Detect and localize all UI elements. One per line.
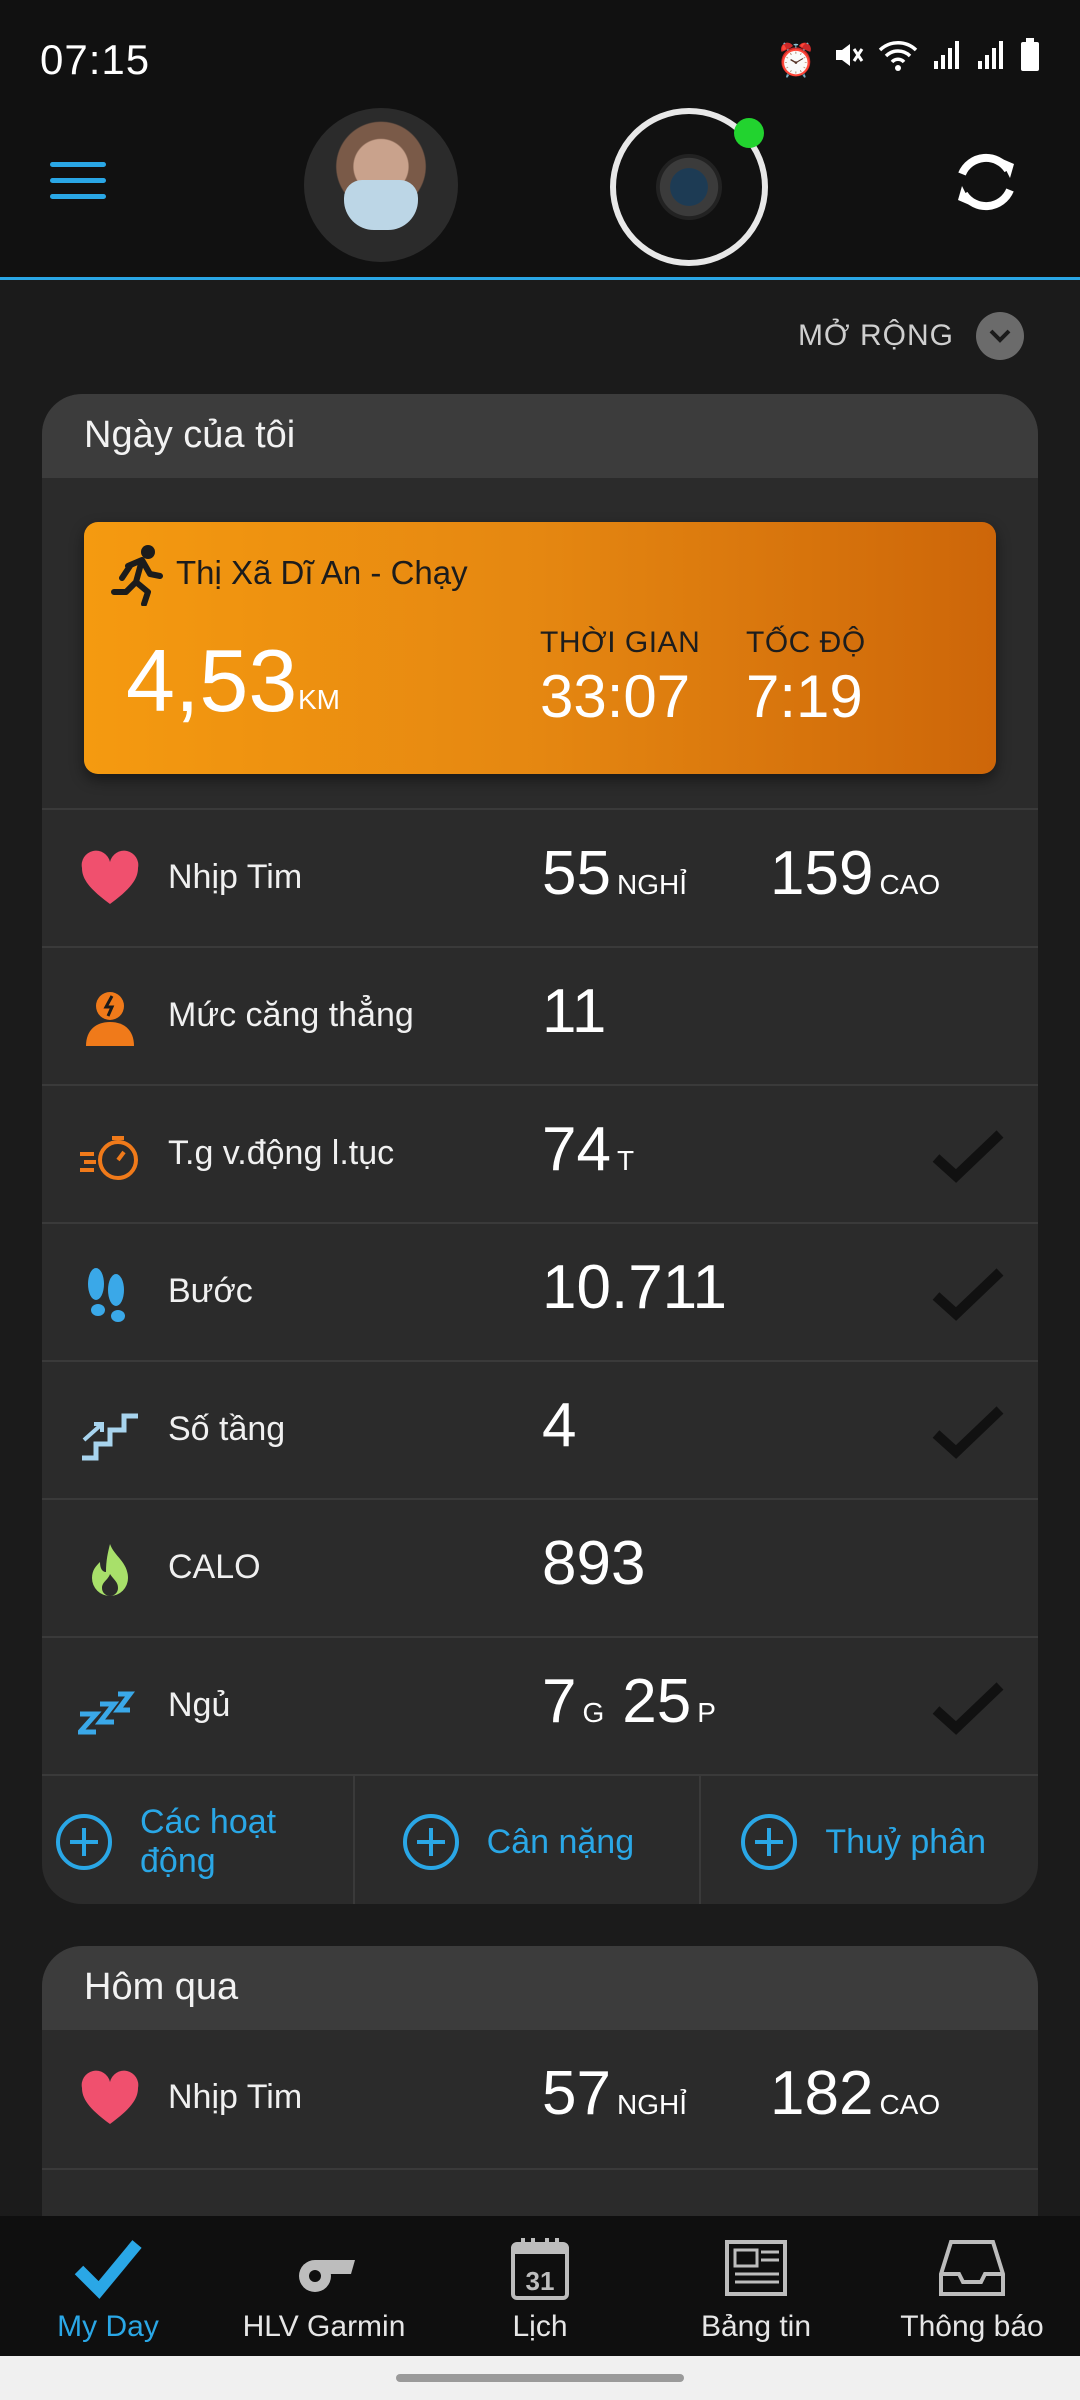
steps-value: 10.711 xyxy=(542,1253,728,1322)
check-icon xyxy=(932,1268,1004,1321)
app-header xyxy=(0,100,1080,280)
nav-calendar-label: Lịch xyxy=(512,2310,568,2343)
activity-card[interactable]: Thị Xã Dĩ An - Chạy 4,53 KM THỜI GIAN 33… xyxy=(84,522,996,774)
hamburger-icon[interactable] xyxy=(50,162,106,204)
add-weight-label: Cân nặng xyxy=(486,1822,635,1861)
intensity-minutes-value: 74 T xyxy=(542,1115,635,1184)
steps-row[interactable]: Bước 10.711 xyxy=(42,1222,1038,1360)
calendar-icon: 31 xyxy=(511,2238,569,2300)
sleep-value: 7 G 25 P xyxy=(542,1667,716,1736)
activity-title: Thị Xã Dĩ An - Chạy xyxy=(176,554,468,591)
signal-icon xyxy=(932,39,962,80)
activity-time-label: THỜI GIAN xyxy=(540,626,701,659)
sleep-label: Ngủ xyxy=(168,1686,231,1724)
wifi-icon xyxy=(878,38,918,81)
activity-pace-value: 7:19 xyxy=(746,663,863,730)
check-icon xyxy=(932,1406,1004,1459)
calories-value: 893 xyxy=(542,1529,646,1598)
status-icons: ⏰ xyxy=(776,38,1040,81)
stopwatch-icon xyxy=(80,1136,138,1180)
mute-icon xyxy=(830,38,864,81)
activity-distance-unit: KM xyxy=(298,684,340,715)
watch-icon xyxy=(656,154,722,220)
nav-notifications-label: Thông báo xyxy=(900,2310,1044,2343)
connected-dot xyxy=(734,118,764,148)
stress-icon xyxy=(86,992,134,1046)
calories-row[interactable]: CALO 893 xyxy=(42,1498,1038,1636)
screen: 07:15 ⏰ MỞ RỘNG Ngày của tôi Thị Xã Dĩ A… xyxy=(0,0,1080,2400)
newspaper-icon xyxy=(725,2240,787,2296)
today-card: Ngày của tôi Thị Xã Dĩ An - Chạy 4,53 KM… xyxy=(42,394,1038,1904)
yesterday-heart-rate-label: Nhịp Tim xyxy=(168,2078,303,2116)
activity-distance: 4,53 xyxy=(126,631,298,730)
flame-icon xyxy=(92,1544,128,1596)
yesterday-card-title: Hôm qua xyxy=(42,1946,1038,2030)
yesterday-heart-rate-row[interactable]: Nhịp Tim 57 NGHỈ 182 CAO xyxy=(42,2030,1038,2168)
yesterday-heart-rate-resting: 57 NGHỈ xyxy=(542,2059,687,2128)
floors-value: 4 xyxy=(542,1391,577,1460)
nav-calendar[interactable]: 31 Lịch xyxy=(432,2216,648,2356)
avatar[interactable] xyxy=(304,108,458,262)
battery-icon xyxy=(1020,38,1040,81)
stress-label: Mức căng thẳng xyxy=(168,996,414,1034)
plus-icon xyxy=(402,1814,459,1870)
add-hydration-label: Thuỷ phân xyxy=(825,1822,987,1861)
signal-icon xyxy=(976,39,1006,80)
add-weight-button[interactable]: Cân nặng xyxy=(355,1776,702,1904)
svg-text:31: 31 xyxy=(526,2266,555,2296)
nav-garmin-coach[interactable]: HLV Garmin xyxy=(216,2216,432,2356)
sleep-row[interactable]: Ngủ 7 G 25 P xyxy=(42,1636,1038,1774)
running-icon xyxy=(111,545,163,606)
plus-icon xyxy=(56,1814,112,1870)
yesterday-heart-rate-high: 182 CAO xyxy=(770,2059,941,2128)
intensity-minutes-label: T.g v.động l.tục xyxy=(168,1134,395,1172)
expand-button[interactable]: MỞ RỘNG xyxy=(798,312,1024,360)
today-card-title: Ngày của tôi xyxy=(42,394,1038,478)
add-activity-button[interactable]: Các hoạt động xyxy=(42,1776,355,1904)
alarm-icon: ⏰ xyxy=(776,41,816,78)
nav-my-day[interactable]: My Day xyxy=(0,2216,216,2356)
check-icon xyxy=(932,1130,1004,1183)
check-icon xyxy=(932,1682,1004,1735)
sleep-icon xyxy=(78,1691,135,1735)
quick-actions: Các hoạt động Cân nặng Thuỷ phân xyxy=(42,1774,1038,1904)
calories-label: CALO xyxy=(168,1548,261,1586)
heart-rate-label: Nhịp Tim xyxy=(168,858,303,896)
inbox-icon xyxy=(939,2240,1005,2296)
heart-rate-high: 159 CAO xyxy=(770,839,941,908)
nav-garmin-coach-label: HLV Garmin xyxy=(242,2310,406,2343)
sync-icon[interactable] xyxy=(948,144,1024,220)
heart-rate-row[interactable]: Nhịp Tim 55 NGHỈ 159 CAO xyxy=(42,808,1038,946)
nav-notifications[interactable]: Thông báo xyxy=(864,2216,1080,2356)
status-time: 07:15 xyxy=(40,36,151,83)
heart-icon xyxy=(81,2070,139,2124)
expand-label: MỞ RỘNG xyxy=(797,319,954,352)
stress-row[interactable]: Mức căng thẳng 11 xyxy=(42,946,1038,1084)
intensity-minutes-row[interactable]: T.g v.động l.tục 74 T xyxy=(42,1084,1038,1222)
footprints-icon xyxy=(88,1268,125,1322)
floors-label: Số tầng xyxy=(168,1410,286,1448)
add-hydration-button[interactable]: Thuỷ phân xyxy=(701,1776,1038,1904)
bottom-nav: My Day HLV Garmin 31 Lịch Bảng tin Thông… xyxy=(0,2216,1080,2356)
gesture-bar[interactable] xyxy=(0,2356,1080,2400)
nav-my-day-label: My Day xyxy=(57,2310,159,2343)
check-icon xyxy=(74,2240,142,2299)
heart-icon xyxy=(81,850,139,904)
add-activity-label: Các hoạt động xyxy=(140,1803,277,1880)
chevron-down-icon xyxy=(976,312,1024,360)
stairs-icon xyxy=(82,1413,138,1461)
nav-newsfeed[interactable]: Bảng tin xyxy=(648,2216,864,2356)
activity-time-value: 33:07 xyxy=(540,663,691,730)
heart-rate-resting: 55 NGHỈ xyxy=(542,839,687,908)
steps-label: Bước xyxy=(168,1272,253,1310)
plus-icon xyxy=(741,1814,798,1870)
whistle-icon xyxy=(299,2260,355,2292)
stress-value: 11 xyxy=(542,977,607,1046)
floors-row[interactable]: Số tầng 4 xyxy=(42,1360,1038,1498)
activity-pace-label: TỐC ĐỘ xyxy=(746,626,866,659)
device-watch-button[interactable] xyxy=(610,108,768,266)
nav-newsfeed-label: Bảng tin xyxy=(700,2310,812,2343)
status-bar: 07:15 ⏰ xyxy=(0,0,1080,110)
